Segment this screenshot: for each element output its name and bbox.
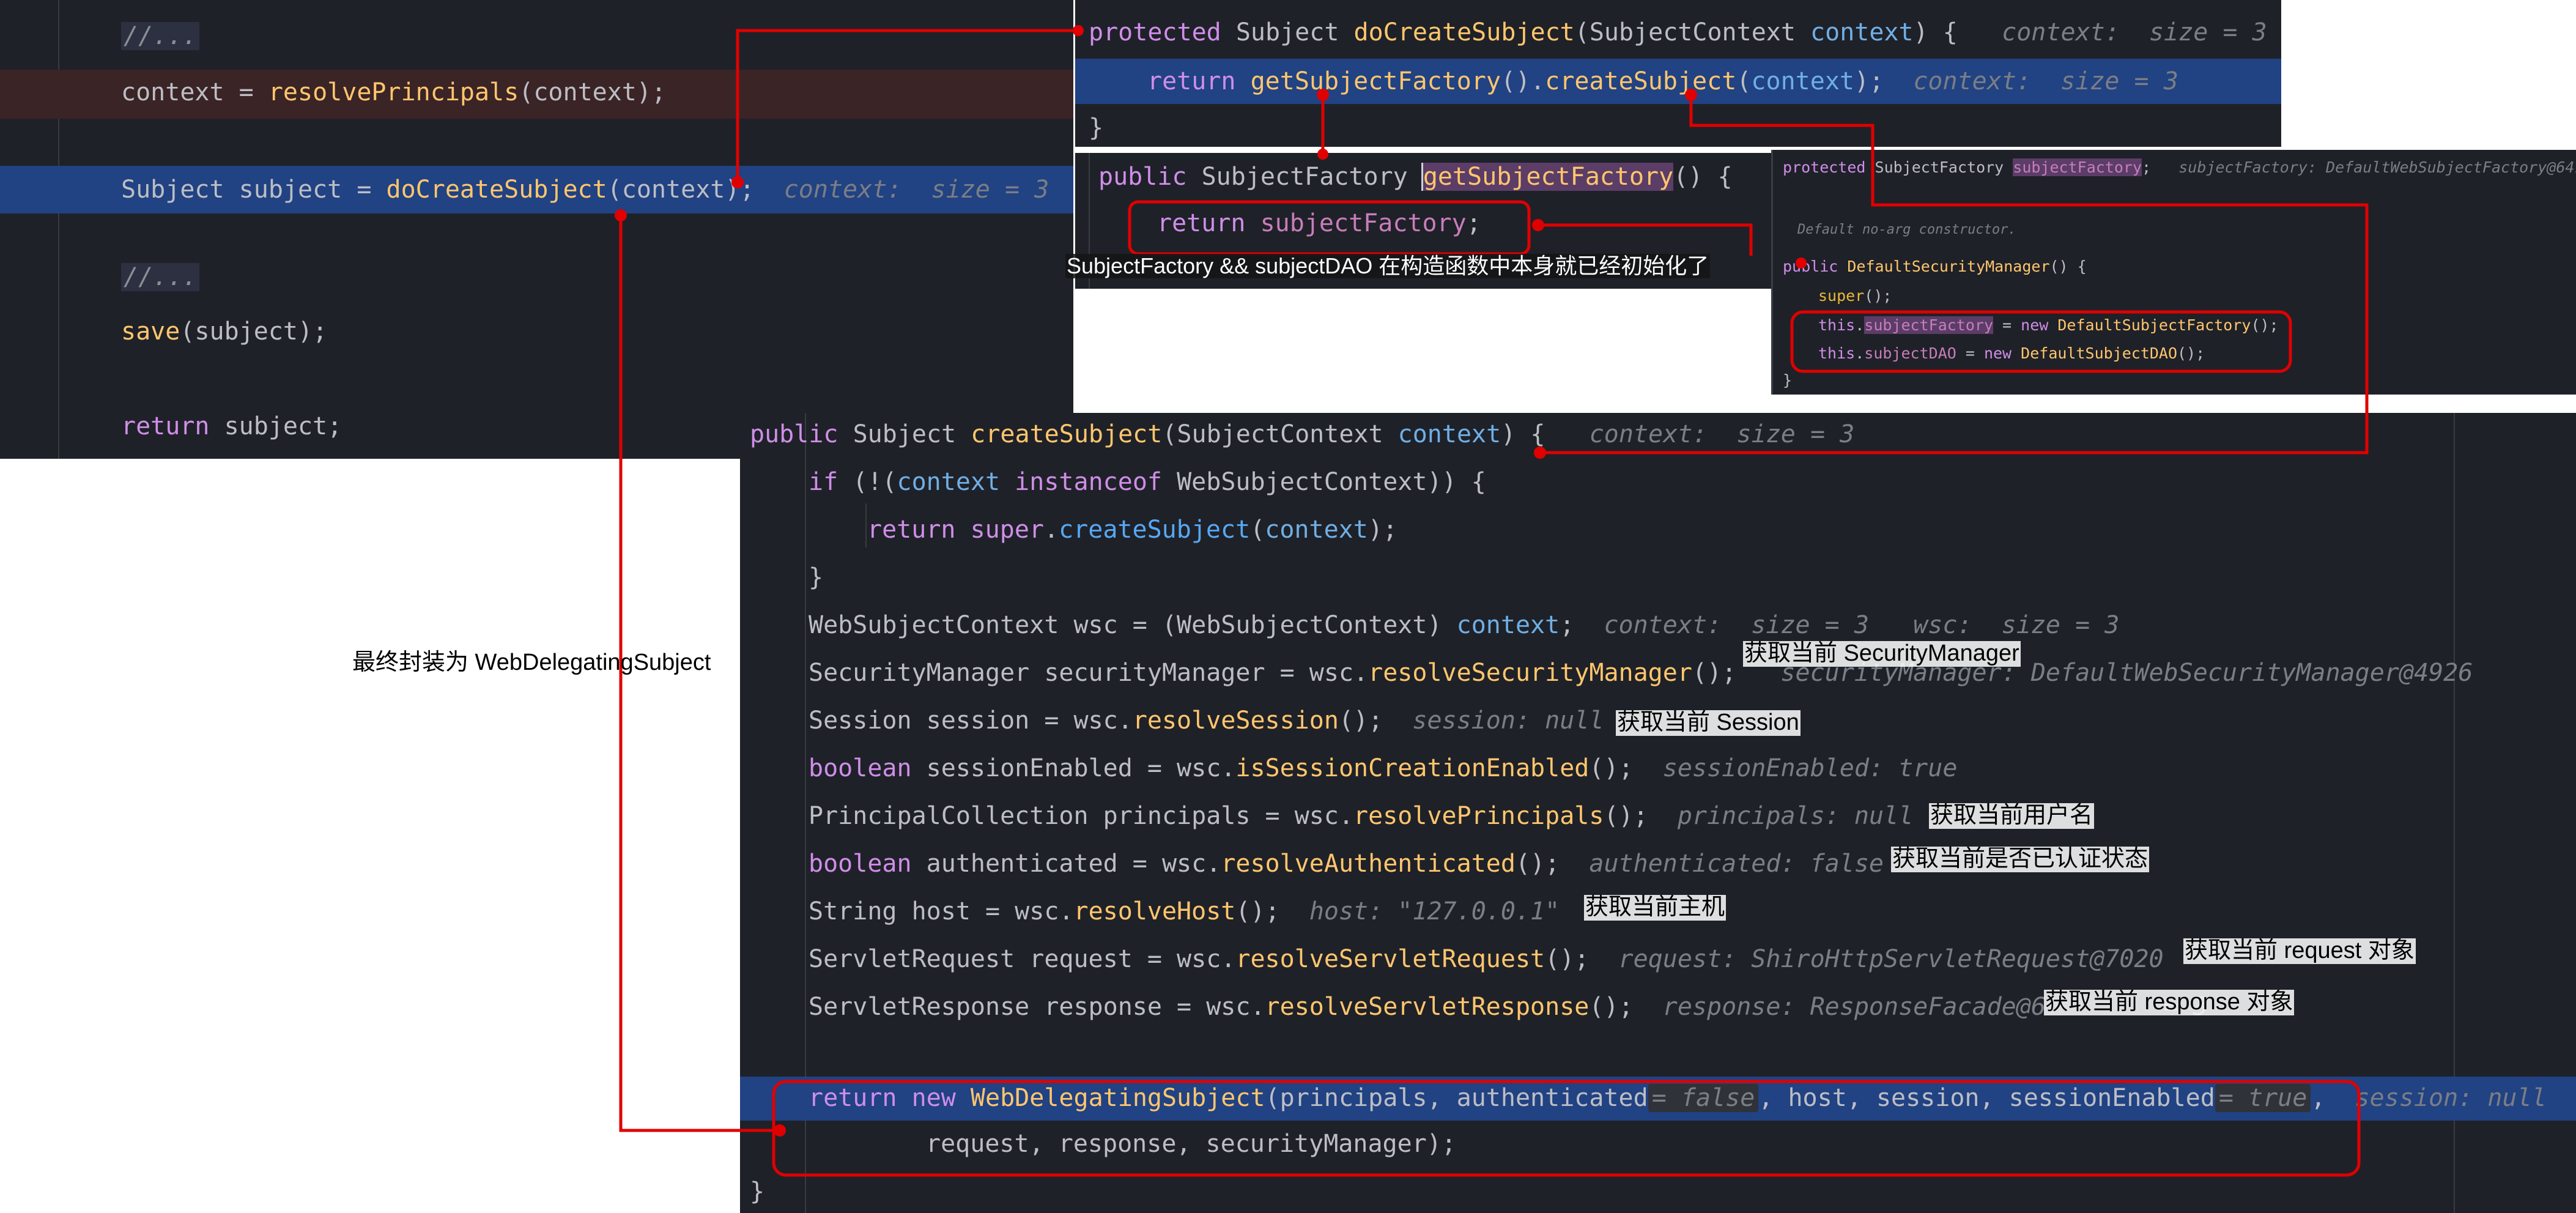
code-line: ServletResponse response = wsc.resolveSe… xyxy=(809,993,2208,1021)
create-subject-panel: public Subject createSubject(SubjectCont… xyxy=(740,413,2576,1213)
code-line: this.subjectDAO = new DefaultSubjectDAO(… xyxy=(1818,344,2205,362)
code-line: public SubjectFactory getSubjectFactory(… xyxy=(1098,163,1733,191)
code-line: public Subject createSubject(SubjectCont… xyxy=(750,420,1855,448)
constructor-panel: protected SubjectFactory subjectFactory;… xyxy=(1771,150,2576,395)
code-line: //... xyxy=(121,22,1073,50)
annotation-get-principals: 获取当前用户名 xyxy=(1929,803,2095,829)
code-line: protected Subject doCreateSubject(Subjec… xyxy=(1089,18,2267,46)
code-line-current: Subject subject = doCreateSubject(contex… xyxy=(0,166,1073,213)
code-line-current: return getSubjectFactory().createSubject… xyxy=(1075,59,2281,104)
doc-comment: Default no-arg constructor. xyxy=(1797,222,2016,237)
code-line: super(); xyxy=(1818,287,1892,305)
annotation-get-session: 获取当前 Session xyxy=(1616,710,1801,736)
do-create-subject-panel: protected Subject doCreateSubject(Subjec… xyxy=(1075,0,2281,147)
code-line: } xyxy=(1089,114,1104,142)
code-line: //... xyxy=(121,263,1073,291)
annotation-final-note: 最终封装为 WebDelegatingSubject xyxy=(352,650,711,675)
code-line: } xyxy=(750,1178,765,1206)
code-line: request, response, securityManager); xyxy=(926,1130,1456,1158)
code-line: return subjectFactory; xyxy=(1157,209,1481,237)
code-line-current: return new WebDelegatingSubject(principa… xyxy=(740,1077,2576,1121)
caller-code-panel: //... context = resolvePrincipals(contex… xyxy=(0,0,1073,459)
code-line: } xyxy=(809,563,824,592)
code-line: SecurityManager securityManager = wsc.re… xyxy=(809,659,2473,687)
code-line: return super.createSubject(context); xyxy=(867,516,1398,544)
code-line: } xyxy=(1783,371,1793,389)
code-line: boolean authenticated = wsc.resolveAuthe… xyxy=(809,850,1884,878)
code-line: PrincipalCollection principals = wsc.res… xyxy=(809,802,1914,830)
annotation-get-security-manager: 获取当前 SecurityManager xyxy=(1743,640,2021,667)
annotation-factory-note: SubjectFactory && subjectDAO 在构造函数中本身就已经… xyxy=(1065,253,1711,278)
annotation-get-host: 获取当前主机 xyxy=(1584,894,1727,921)
code-line: boolean sessionEnabled = wsc.isSessionCr… xyxy=(809,754,1958,782)
code-line: context = resolvePrincipals(context); xyxy=(0,70,1073,119)
annotation-get-request: 获取当前 request 对象 xyxy=(2183,938,2416,964)
code-line: if (!(context instanceof WebSubjectConte… xyxy=(809,468,1486,496)
annotation-get-response: 获取当前 response 对象 xyxy=(2044,989,2295,1015)
code-line: this.subjectFactory = new DefaultSubject… xyxy=(1818,316,2279,334)
code-line: WebSubjectContext wsc = (WebSubjectConte… xyxy=(809,611,2120,639)
code-line: protected SubjectFactory subjectFactory;… xyxy=(1783,158,2576,176)
code-line: save(subject); xyxy=(121,317,328,346)
annotation-get-authenticated: 获取当前是否已认证状态 xyxy=(1891,846,2150,872)
code-line: public DefaultSecurityManager() { xyxy=(1783,258,2087,275)
